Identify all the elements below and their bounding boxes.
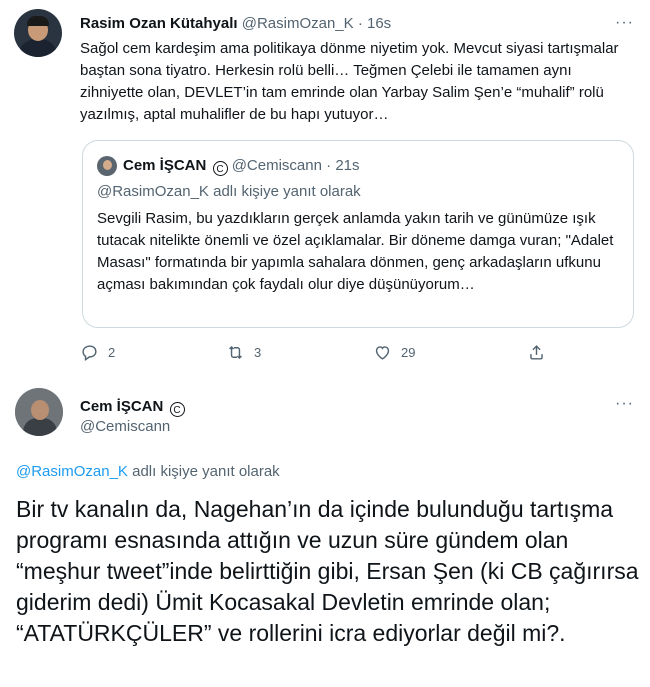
avatar[interactable]	[15, 388, 63, 436]
quoted-author-handle[interactable]: @Cemiscann	[232, 157, 322, 174]
avatar[interactable]	[14, 9, 62, 57]
quoted-reply-suffix: adlı kişiye yanıt olarak	[208, 183, 361, 200]
author-handle[interactable]: @Cemiscann	[80, 418, 170, 436]
separator: ·	[357, 15, 363, 32]
quoted-author-name[interactable]: Cem İŞCAN	[123, 157, 206, 174]
quoted-reply-context: @RasimOzan_K adlı kişiye yanıt olarak	[97, 183, 361, 201]
quoted-tweet[interactable]: Cem İŞCAN C @Cemiscann · 21s @RasimOzan_…	[82, 140, 634, 328]
share-icon	[530, 345, 543, 360]
quoted-header: Cem İŞCAN C @Cemiscann · 21s	[123, 157, 360, 176]
avatar-hair	[27, 16, 49, 26]
avatar-suit	[18, 39, 58, 57]
author-name-row: Cem İŞCAN C	[80, 398, 185, 417]
author-name[interactable]: Cem İŞCAN	[80, 398, 163, 415]
reply-to-link[interactable]: @RasimOzan_K	[16, 463, 128, 480]
more-icon[interactable]: ···	[615, 14, 634, 32]
quoted-text: Sevgili Rasim, bu yazdıkların gerçek anl…	[97, 210, 614, 293]
retweet-icon	[229, 345, 242, 360]
quoted-reply-handle: @RasimOzan_K	[97, 183, 209, 200]
like-count: 29	[401, 345, 416, 360]
like-icon	[375, 346, 390, 360]
share-button[interactable]	[527, 343, 555, 362]
more-icon[interactable]: ···	[615, 395, 634, 413]
separator: ·	[326, 157, 332, 174]
timestamp[interactable]: 16s	[367, 15, 391, 32]
reply-count: 2	[108, 345, 116, 360]
retweet-count: 3	[254, 345, 262, 360]
quoted-avatar[interactable]	[97, 156, 117, 176]
like-button[interactable]: 29	[373, 343, 415, 362]
tweet-header: Rasim Ozan Kütahyalı @RasimOzan_K · 16s	[80, 15, 391, 33]
retweet-button[interactable]: 3	[226, 343, 261, 362]
author-name[interactable]: Rasim Ozan Kütahyalı	[80, 15, 238, 32]
action-bar: 2 3 29	[80, 343, 550, 365]
reply-button[interactable]: 2	[80, 343, 115, 362]
tweet-text: Sağol cem kardeşim ama politikaya dönme …	[80, 40, 619, 123]
copyright-badge-icon: C	[169, 402, 185, 417]
author-handle[interactable]: @RasimOzan_K	[242, 15, 354, 32]
main-tweet[interactable]: Rasim Ozan Kütahyalı @RasimOzan_K · 16s …	[0, 0, 650, 380]
reply-context: @RasimOzan_K adlı kişiye yanıt olarak	[16, 463, 280, 481]
reply-suffix: adlı kişiye yanıt olarak	[127, 463, 280, 480]
reply-icon	[82, 345, 97, 361]
quoted-timestamp[interactable]: 21s	[335, 157, 359, 174]
copyright-badge-icon: C	[212, 161, 228, 176]
tweet-text: Bir tv kanalın da, Nagehan’ın da içinde …	[16, 496, 639, 646]
